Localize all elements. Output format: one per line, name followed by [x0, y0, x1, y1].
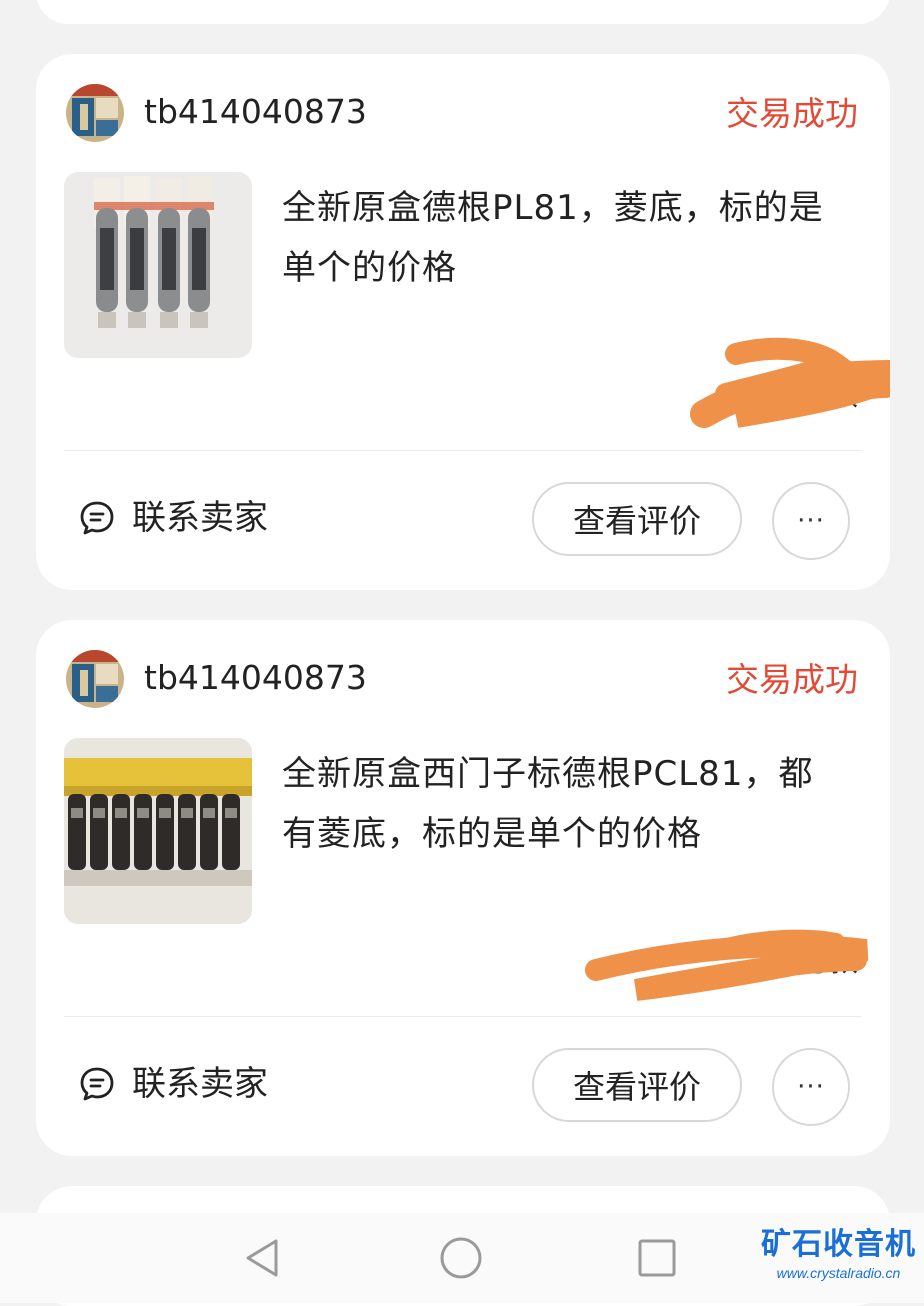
- shop-name[interactable]: tb414040873: [144, 90, 367, 134]
- contact-seller-label: 联系卖家: [132, 498, 268, 538]
- order-status: 交易成功: [726, 94, 858, 133]
- card-divider: [64, 1016, 862, 1017]
- product-title[interactable]: 全新原盒西门子标德根PCL81，都有菱底，标的是单个的价格: [282, 744, 842, 864]
- order-status: 交易成功: [726, 660, 858, 699]
- product-title[interactable]: 全新原盒德根PL81，菱底，标的是单个的价格: [282, 178, 842, 298]
- home-circle-icon[interactable]: [438, 1235, 484, 1281]
- view-review-button[interactable]: 查看评价: [532, 1048, 742, 1122]
- watermark-title: 矿石收音机: [761, 1227, 916, 1262]
- watermark: 矿石收音机 www.crystalradio.cn: [761, 1226, 916, 1282]
- product-thumbnail[interactable]: [64, 738, 252, 924]
- contact-seller-button[interactable]: 联系卖家: [78, 1062, 268, 1106]
- paid-label: 实付款: [768, 378, 858, 413]
- product-thumbnail[interactable]: [64, 172, 252, 358]
- contact-seller-button[interactable]: 联系卖家: [78, 496, 268, 540]
- chat-bubble-icon: [80, 501, 114, 535]
- view-review-button[interactable]: 查看评价: [532, 482, 742, 556]
- shop-avatar[interactable]: [66, 84, 124, 142]
- chat-bubble-icon: [80, 1067, 114, 1101]
- order-card-partial-top: [36, 0, 890, 24]
- watermark-url: www.crystalradio.cn: [776, 1265, 901, 1281]
- back-triangle-icon[interactable]: [240, 1235, 286, 1281]
- more-options-button[interactable]: ···: [772, 482, 850, 560]
- more-options-button[interactable]: ···: [772, 1048, 850, 1126]
- paid-label: 实付款: [768, 944, 858, 979]
- recent-square-icon[interactable]: [636, 1237, 678, 1279]
- shop-name[interactable]: tb414040873: [144, 656, 367, 700]
- shop-avatar[interactable]: [66, 650, 124, 708]
- card-divider: [64, 450, 862, 451]
- paid-amount: 实付款: [768, 374, 858, 418]
- paid-amount: 实付款: [768, 940, 858, 984]
- order-card[interactable]: tb414040873 交易成功: [36, 620, 890, 1156]
- contact-seller-label: 联系卖家: [132, 1064, 268, 1104]
- order-card[interactable]: tb414040873 交易成功: [36, 54, 890, 590]
